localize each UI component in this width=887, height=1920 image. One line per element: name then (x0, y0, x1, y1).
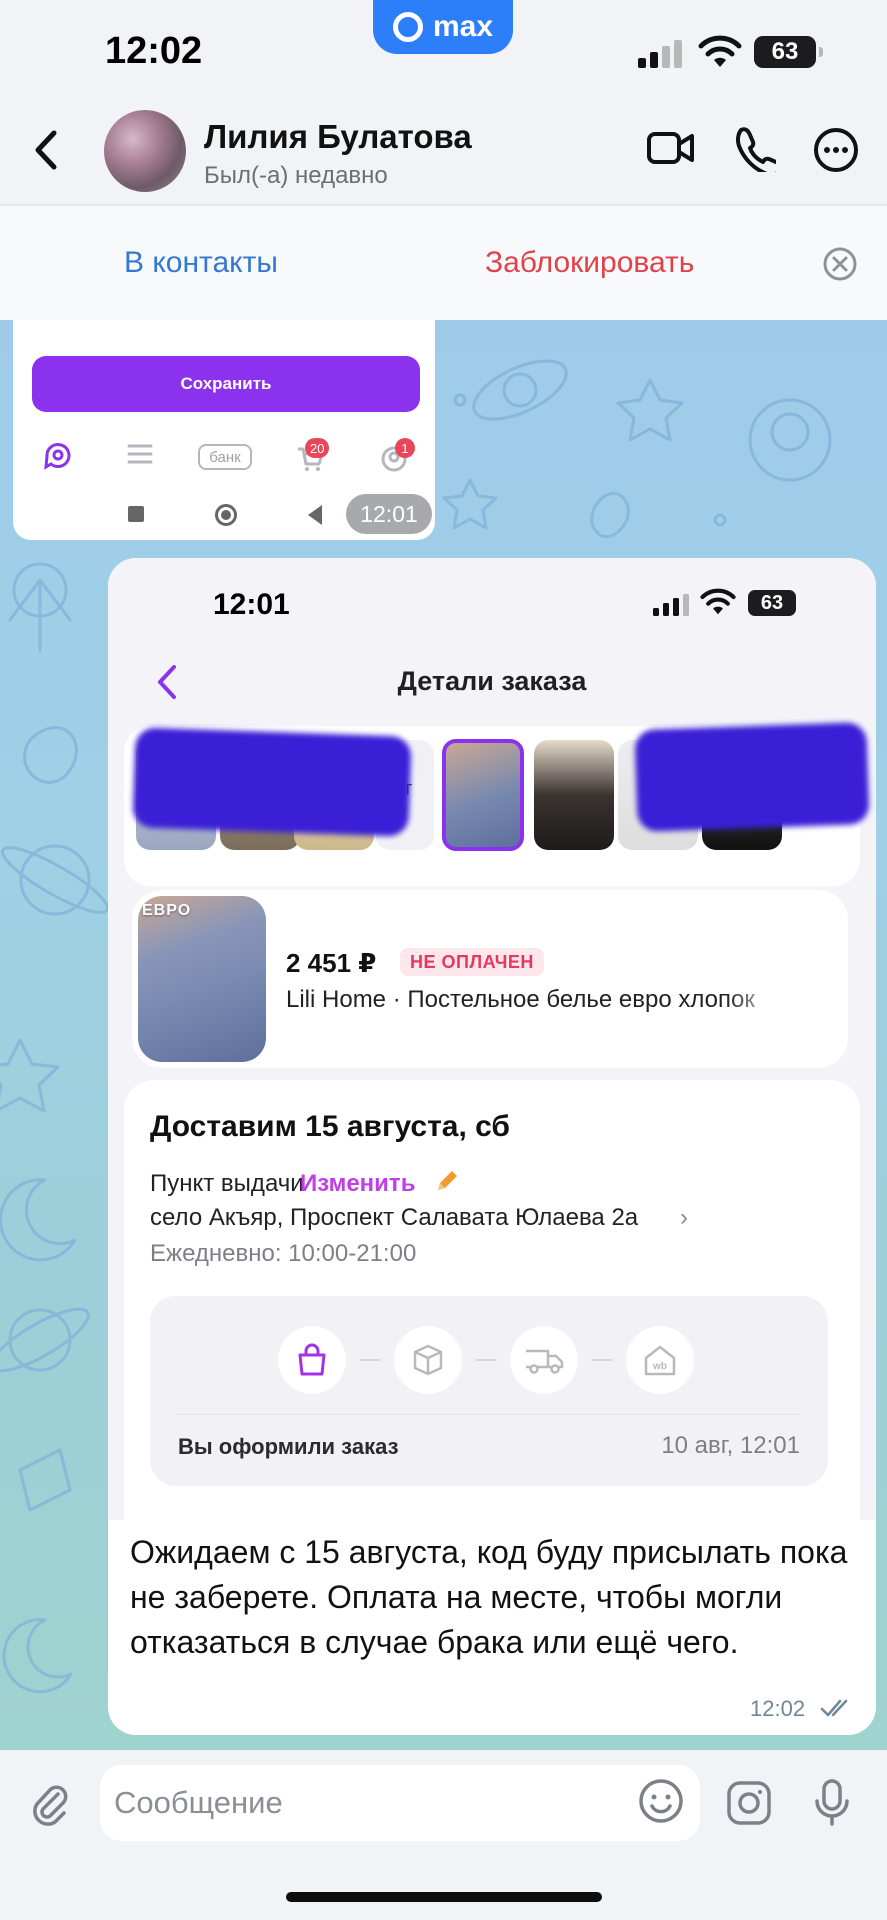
status-bar: 12:02 max 63 (0, 0, 887, 100)
progress-date: 10 авг, 12:01 (661, 1432, 800, 1459)
back-nav-icon (308, 505, 322, 525)
home-nav-icon (215, 504, 237, 526)
chevron-right-icon: › (680, 1204, 688, 1231)
order-details-title: Детали заказа (397, 666, 587, 696)
delivery-card: Доставим 15 августа, сб Пункт выдачи Изм… (124, 1080, 860, 1520)
box-icon (413, 1344, 443, 1376)
battery-level: 63 (771, 38, 799, 65)
contact-status: Был(-а) недавно (204, 162, 388, 189)
change-pickup-link: Изменить (300, 1170, 416, 1197)
pencil-icon (438, 1171, 457, 1190)
pickup-address: село Акъяр, Проспект Салавата Юлаева 2а (150, 1204, 639, 1231)
attach-icon[interactable] (30, 1784, 70, 1828)
product-thumbnail-selected (442, 739, 524, 851)
payment-status-badge: НЕ ОПЛАЧЕН (400, 948, 544, 976)
avatar[interactable] (104, 110, 186, 192)
order-items-strip: 15 авг сб (124, 721, 870, 886)
message-image-1[interactable]: Сохранить банк 20 1 12:01 (13, 320, 435, 540)
signal-icon (653, 594, 689, 616)
pickup-point-icon: wb (644, 1345, 676, 1376)
save-button: Сохранить (32, 356, 420, 412)
more-options-icon[interactable] (812, 126, 860, 174)
contact-actions-bar: В контакты Заблокировать (0, 206, 887, 320)
wifi-icon (700, 588, 736, 615)
video-call-icon[interactable] (646, 128, 696, 168)
signal-icon (638, 40, 682, 68)
progress-status: Вы оформили заказ (178, 1434, 399, 1459)
bank-icon: банк (198, 444, 252, 470)
truck-icon (526, 1349, 564, 1374)
contact-name[interactable]: Лилия Булатова (204, 118, 472, 156)
svg-text:wb: wb (652, 1361, 667, 1372)
battery-icon: 63 (748, 590, 796, 616)
max-logo-icon (392, 12, 423, 42)
order-item-card: ЕВРО 2 451 ₽ НЕ ОПЛАЧЕН Lili Home · Пост… (132, 890, 848, 1068)
product-image-tag: ЕВРО (142, 902, 192, 919)
screenshot-status-time: 12:01 (213, 588, 290, 621)
step-packed (394, 1326, 462, 1394)
message-text: Ожидаем с 15 августа, код буду присылать… (130, 1534, 848, 1660)
cart-badge: 20 (305, 438, 330, 458)
emoji-icon[interactable] (638, 1778, 684, 1824)
step-connector (360, 1359, 380, 1361)
recents-nav-icon (128, 506, 144, 522)
home-indicator (286, 1892, 602, 1902)
catalog-icon (127, 444, 153, 464)
product-thumbnail (534, 740, 614, 850)
microphone-icon[interactable] (812, 1778, 852, 1826)
product-image: ЕВРО (138, 896, 266, 1062)
message-bubble-2[interactable]: 12:01 63 Детали заказа 15 авг сб (108, 558, 876, 1735)
max-app-label: max (432, 10, 494, 43)
order-progress: wb Вы оформили заказ 10 авг, 12:01 (150, 1296, 828, 1486)
step-connector (476, 1359, 496, 1361)
redaction-scribble (634, 721, 870, 833)
divider (176, 1414, 802, 1415)
step-connector (592, 1359, 612, 1361)
max-app-badge: max (373, 0, 513, 54)
add-to-contacts-button[interactable]: В контакты (124, 246, 278, 280)
step-ordered (278, 1326, 346, 1394)
message-input[interactable] (100, 1765, 700, 1841)
home-icon (44, 443, 71, 470)
chat-header: Лилия Булатова Был(-а) недавно (0, 100, 887, 205)
step-pickup-point: wb (626, 1326, 694, 1394)
close-icon[interactable] (822, 246, 858, 282)
pickup-hours: Ежедневно: 10:00-21:00 (150, 1240, 417, 1267)
shopping-bag-icon (298, 1343, 326, 1376)
status-time: 12:02 (105, 30, 203, 72)
camera-icon[interactable] (726, 1780, 772, 1826)
redaction-scribble (132, 727, 412, 837)
item-title: Lili Home · Постельное белье евро хлопок (286, 986, 755, 1013)
block-contact-button[interactable]: Заблокировать (485, 246, 694, 280)
pickup-label: Пункт выдачи (150, 1170, 304, 1197)
delivery-title: Доставим 15 августа, сб (150, 1110, 510, 1143)
profile-badge: 1 (395, 438, 415, 458)
message-time: 12:02 (750, 1696, 806, 1721)
battery-level: 63 (760, 591, 784, 614)
message-time: 12:01 (346, 494, 432, 534)
battery-icon: 63 (754, 36, 823, 68)
bank-label: банк (209, 448, 241, 466)
wifi-icon (698, 35, 742, 67)
back-button[interactable] (22, 125, 72, 175)
message-input-bar (0, 1750, 887, 1920)
phone-icon[interactable] (732, 126, 776, 172)
step-in-transit (510, 1326, 578, 1394)
message-image-order[interactable]: 12:01 63 Детали заказа 15 авг сб (108, 558, 876, 1520)
item-price: 2 451 ₽ (286, 948, 377, 978)
read-receipt-icon (820, 1699, 848, 1717)
